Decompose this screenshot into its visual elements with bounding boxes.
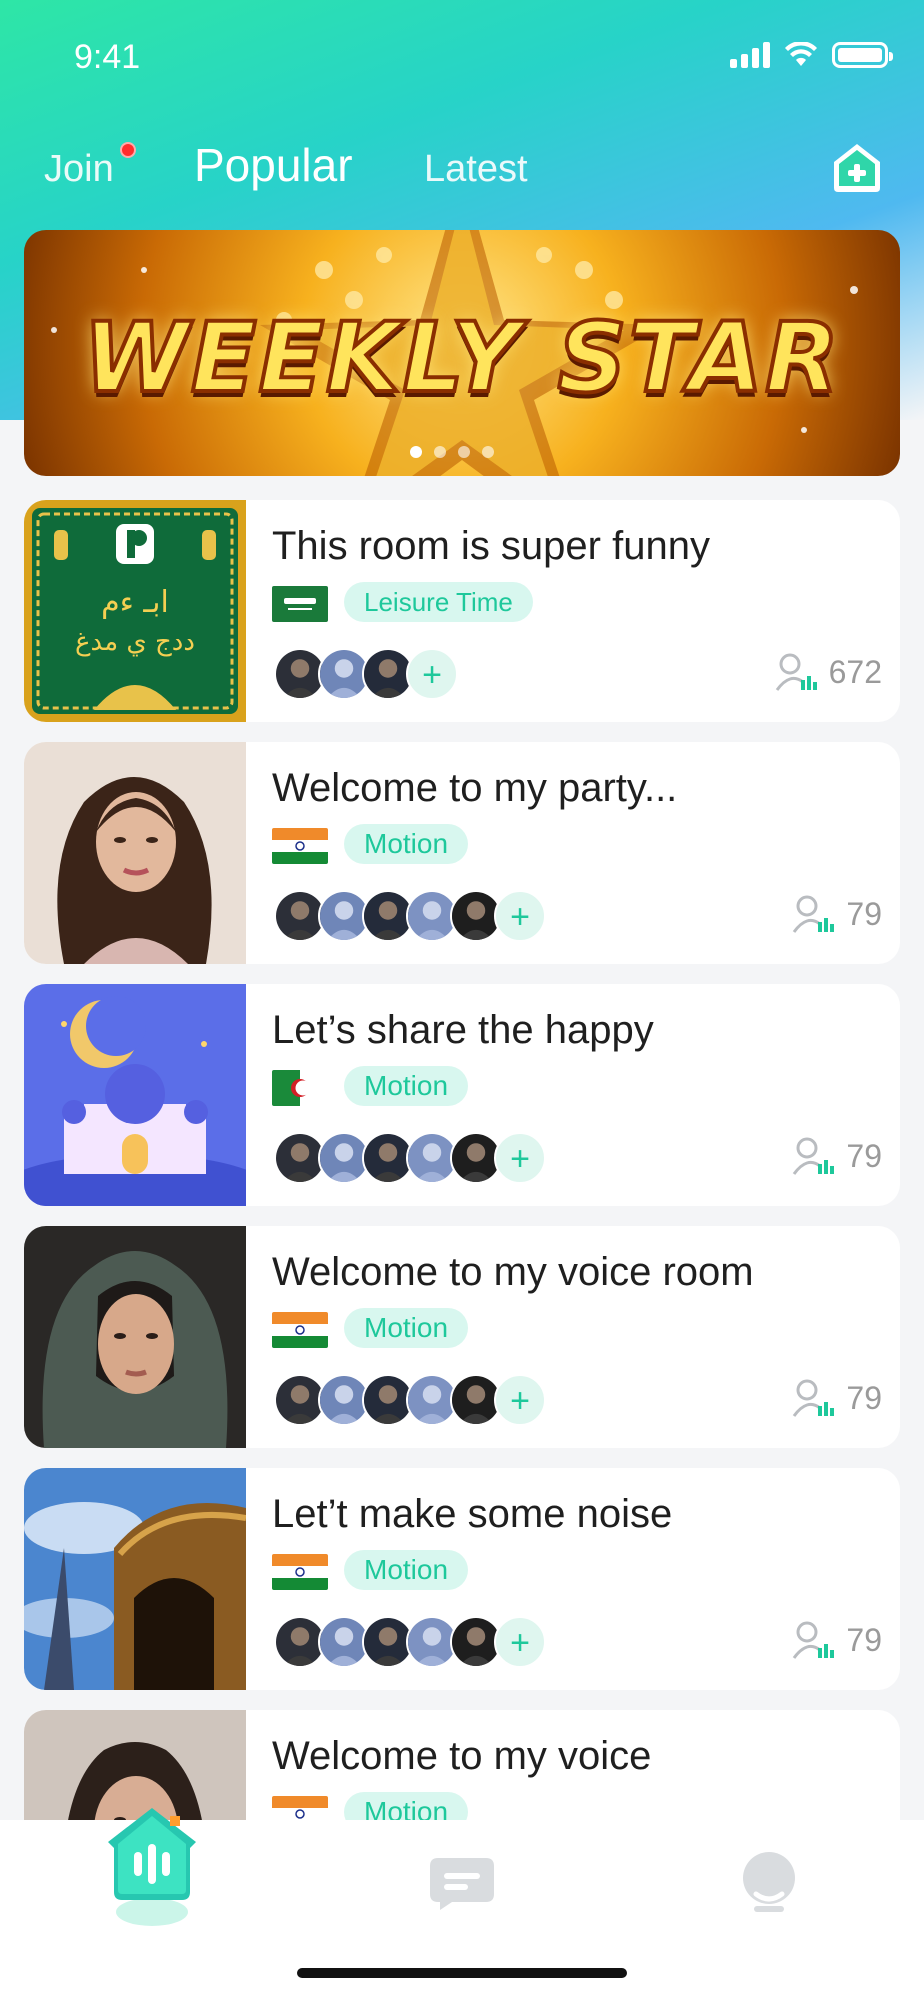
listener-count: 79	[792, 1136, 882, 1176]
nav-home[interactable]	[104, 1804, 200, 1934]
room-category-tag: Motion	[344, 1066, 469, 1106]
room-card[interactable]: Welcome to my voice room Motion +79	[24, 1226, 900, 1448]
battery-icon	[832, 42, 893, 68]
tab-popular[interactable]: Popular	[194, 138, 353, 192]
room-card[interactable]: Welcome to my party... Motion +79	[24, 742, 900, 964]
banner-dot[interactable]	[458, 446, 470, 458]
listeners-icon	[793, 895, 835, 933]
room-category-tag: Motion	[344, 1550, 469, 1590]
room-title: Welcome to my voice	[272, 1734, 652, 1778]
weekly-star-banner[interactable]: WEEKLY STAR	[24, 230, 900, 476]
country-flag-icon	[272, 1312, 328, 1348]
banner-dot[interactable]	[410, 446, 422, 458]
listener-count-value: 672	[828, 653, 882, 690]
country-flag-icon	[272, 1070, 328, 1106]
create-room-button[interactable]	[830, 140, 884, 194]
country-flag-icon	[272, 586, 328, 622]
join-seat-button[interactable]: +	[494, 1374, 546, 1426]
status-icons	[730, 42, 893, 68]
listener-count-value: 79	[846, 1379, 882, 1416]
room-thumbnail	[24, 1226, 246, 1448]
listener-count-value: 79	[846, 1137, 882, 1174]
listener-count: 672	[775, 652, 882, 692]
listeners-icon	[775, 653, 817, 691]
listeners-icon	[793, 1137, 835, 1175]
listener-count: 79	[792, 1378, 882, 1418]
member-avatars: +	[274, 648, 458, 700]
tab-latest[interactable]: Latest	[424, 148, 528, 191]
svg-text:ددج ي مدغ: ددج ي مدغ	[75, 627, 195, 657]
banner-pagination	[410, 446, 494, 458]
room-title: Welcome to my voice room	[272, 1250, 754, 1294]
room-title: Let’t make some noise	[272, 1492, 673, 1536]
country-flag-icon	[272, 828, 328, 864]
notification-dot	[120, 142, 136, 158]
member-avatars: +	[274, 1132, 546, 1184]
room-thumbnail: ابـ ءم ددج ي مدغ	[24, 500, 246, 722]
room-category-tag: Motion	[344, 1308, 469, 1348]
banner-dot[interactable]	[434, 446, 446, 458]
room-category-tag: Motion	[344, 824, 469, 864]
listener-count-value: 79	[846, 1621, 882, 1658]
room-card[interactable]: ابـ ءم ددج ي مدغ This room is super funny L…	[24, 500, 900, 722]
join-seat-button[interactable]: +	[494, 1132, 546, 1184]
room-card[interactable]: Let’s share the happy Motion +79	[24, 984, 900, 1206]
join-seat-button[interactable]: +	[494, 1616, 546, 1668]
svg-text:ابـ ءم: ابـ ءم	[101, 585, 169, 620]
room-title: Let’s share the happy	[272, 1008, 654, 1052]
nav-messages[interactable]	[428, 1856, 496, 1912]
room-thumbnail	[24, 984, 275, 1206]
room-thumbnail	[24, 1468, 247, 1690]
join-seat-button[interactable]: +	[406, 648, 458, 700]
profile-icon	[743, 1852, 795, 1912]
listeners-icon	[793, 1621, 835, 1659]
member-avatars: +	[274, 1374, 546, 1426]
listener-count: 79	[792, 894, 882, 934]
home-indicator	[297, 1968, 627, 1978]
listener-count-value: 79	[846, 895, 882, 932]
room-category-tag: Leisure Time	[344, 582, 533, 622]
chat-bubble-icon	[430, 1858, 494, 1910]
status-time: 9:41	[74, 38, 141, 76]
listeners-icon	[793, 1379, 835, 1417]
cellular-signal-icon	[730, 42, 770, 68]
country-flag-icon	[272, 1554, 328, 1590]
join-seat-button[interactable]: +	[494, 890, 546, 942]
listener-count: 79	[792, 1620, 882, 1660]
nav-profile[interactable]	[740, 1850, 798, 1914]
banner-title: WEEKLY STAR	[81, 300, 841, 416]
room-card[interactable]: Let’t make some noise Motion +79	[24, 1468, 900, 1690]
room-title: Welcome to my party...	[272, 766, 678, 810]
banner-dot[interactable]	[482, 446, 494, 458]
tab-join[interactable]: Join	[44, 148, 114, 191]
room-title: This room is super funny	[272, 524, 710, 568]
member-avatars: +	[274, 890, 546, 942]
status-bar: 9:41	[0, 0, 924, 110]
wifi-icon	[785, 42, 817, 66]
home-voice-icon	[108, 1808, 196, 1926]
member-avatars: +	[274, 1616, 546, 1668]
room-thumbnail	[24, 742, 246, 964]
room-tabs: Join Popular Latest	[0, 130, 924, 210]
